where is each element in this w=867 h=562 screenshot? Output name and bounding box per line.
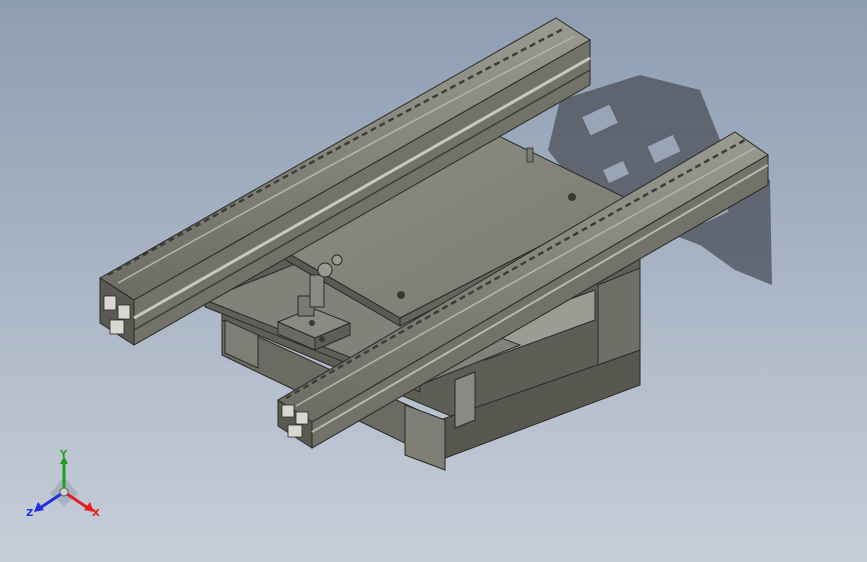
axis-triad: Y X Z bbox=[26, 449, 100, 519]
z-axis-label: Z bbox=[26, 508, 33, 519]
x-axis-label: X bbox=[92, 508, 100, 519]
y-axis-label: Y bbox=[59, 449, 68, 460]
graphics-viewport[interactable]: Y X Z bbox=[0, 0, 867, 562]
conveyor-assembly-model[interactable] bbox=[0, 0, 867, 562]
